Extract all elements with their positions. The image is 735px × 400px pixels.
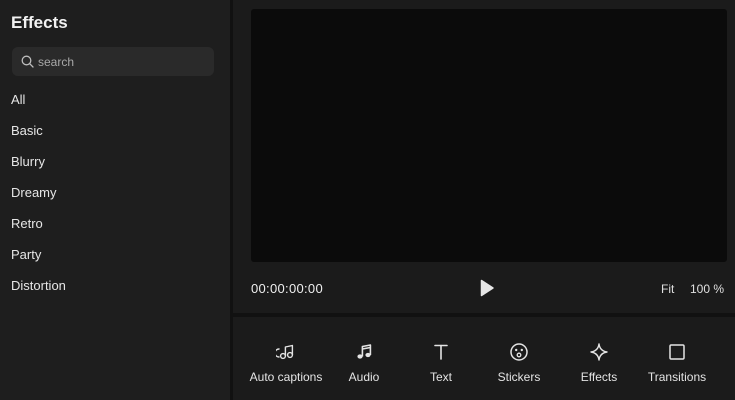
preview-panel: 00:00:00:00 Fit 100 %: [233, 0, 735, 313]
auto-captions-label: Auto captions: [249, 370, 323, 384]
bottom-toolbar: Auto captions Audio Text Stickers Effect…: [233, 317, 735, 400]
search-box[interactable]: [12, 47, 214, 76]
category-item-retro[interactable]: Retro: [0, 214, 230, 245]
play-button[interactable]: [479, 279, 495, 297]
category-item-distortion[interactable]: Distortion: [0, 276, 230, 307]
category-item-blurry[interactable]: Blurry: [0, 152, 230, 183]
audio-label: Audio: [348, 370, 380, 384]
text-label: Text: [429, 370, 452, 384]
stickers-label: Stickers: [497, 370, 541, 384]
search-input[interactable]: [38, 54, 208, 69]
transitions-button[interactable]: Transitions: [642, 317, 712, 400]
transitions-label: Transitions: [647, 370, 707, 384]
square-icon: [669, 344, 685, 360]
sticker-face-icon: [510, 343, 528, 361]
category-list: All Basic Blurry Dreamy Retro Party Dist…: [0, 90, 230, 307]
auto-captions-button[interactable]: Auto captions: [246, 317, 326, 400]
auto-captions-icon: [276, 344, 294, 360]
audio-button[interactable]: Audio: [334, 317, 394, 400]
category-item-all[interactable]: All: [0, 90, 230, 121]
sparkle-icon: [590, 343, 608, 361]
category-item-dreamy[interactable]: Dreamy: [0, 183, 230, 214]
category-item-basic[interactable]: Basic: [0, 121, 230, 152]
effects-button[interactable]: Effects: [569, 317, 629, 400]
category-item-party[interactable]: Party: [0, 245, 230, 276]
sidebar-title: Effects: [11, 13, 68, 32]
stickers-button[interactable]: Stickers: [487, 317, 551, 400]
effects-sidebar: Effects All Basic Blurry Dreamy Retro Pa…: [0, 0, 230, 400]
search-icon: [21, 55, 34, 68]
fit-button[interactable]: Fit: [661, 282, 674, 296]
music-note-icon: [357, 344, 372, 359]
text-button[interactable]: Text: [411, 317, 471, 400]
text-t-icon: [434, 344, 448, 360]
effects-label: Effects: [580, 370, 618, 384]
video-canvas[interactable]: [251, 9, 727, 262]
zoom-level[interactable]: 100 %: [690, 282, 724, 296]
timecode: 00:00:00:00: [251, 281, 323, 296]
